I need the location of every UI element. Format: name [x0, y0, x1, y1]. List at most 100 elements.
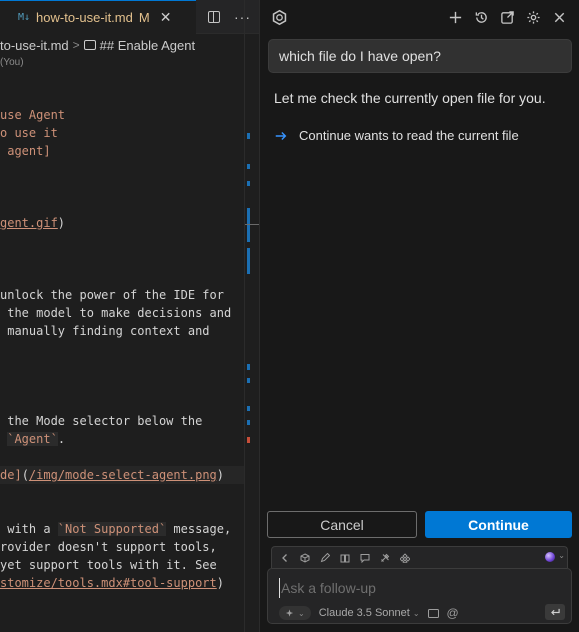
enter-icon	[550, 608, 560, 615]
cancel-button[interactable]: Cancel	[267, 511, 417, 538]
model-selector[interactable]: Claude 3.5 Sonnet ⌄	[319, 607, 420, 619]
code-line: agent]	[0, 142, 244, 160]
code-token: use Agent	[0, 108, 66, 122]
breadcrumb: to-use-it.md > ## Enable Agent	[0, 36, 195, 54]
chevron-down-icon: ⌄	[412, 608, 420, 618]
chevron-down-icon[interactable]: ⌄	[558, 551, 565, 560]
model-name: Claude 3.5 Sonnet	[318, 607, 410, 619]
code-line: stomize/tools.mdx#tool-support)	[0, 574, 244, 592]
followup-input-box: ⌄ Claude 3.5 Sonnet ⌄ @	[267, 568, 572, 624]
chevron-down-icon: ⌄	[298, 608, 305, 618]
tab-close-icon[interactable]: ✕	[160, 9, 172, 26]
code-token: with a	[0, 522, 58, 536]
code-token: `Agent`	[7, 432, 58, 446]
blocks-icon[interactable]	[400, 552, 410, 563]
code-token: )	[216, 576, 224, 590]
book-icon[interactable]	[340, 553, 350, 563]
symbol-string-icon	[83, 40, 96, 50]
editor-pane: M↓ how-to-use-it.md M ✕ ··· to-use-it.md…	[0, 0, 259, 632]
code-token: /img/mode-select-agent.png	[28, 468, 217, 482]
tool-call-notice: Continue wants to read the current file	[274, 128, 519, 143]
code-token: o use it	[0, 126, 58, 140]
code-line: the model to make decisions and	[0, 304, 244, 322]
breadcrumb-file[interactable]: to-use-it.md	[0, 38, 69, 53]
change-marker	[247, 164, 250, 169]
code-token: )	[216, 468, 224, 482]
code-token: )	[57, 216, 66, 230]
open-external-icon[interactable]	[500, 10, 515, 25]
gear-icon[interactable]	[526, 10, 541, 25]
error-marker	[247, 437, 250, 443]
code-token: stomize/tools.mdx#tool-support	[0, 576, 217, 590]
code-line: o use it	[0, 124, 244, 142]
code-line: manually finding context and	[0, 322, 244, 340]
pencil-icon[interactable]	[320, 552, 330, 563]
code-token: yet support tools with it. See	[0, 558, 217, 572]
code-line: the Mode selector below the	[0, 412, 244, 430]
editor-tab-how-to-use-it[interactable]: M↓ how-to-use-it.md M ✕	[0, 0, 196, 34]
code-token: (	[21, 468, 29, 482]
code-token: the Mode selector below the	[0, 414, 203, 428]
followup-input[interactable]	[279, 578, 559, 598]
change-marker	[247, 378, 250, 383]
at-mention-icon[interactable]: @	[447, 606, 459, 620]
code-line: gent.gif)	[0, 214, 244, 232]
cube-icon[interactable]	[300, 552, 310, 563]
code-line: de](/img/mode-select-agent.png)	[0, 466, 244, 484]
assistant-avatar-icon[interactable]	[545, 552, 555, 562]
tools-icon[interactable]	[380, 553, 390, 563]
split-editor-icon[interactable]	[208, 11, 220, 23]
mode-selector[interactable]: ⌄	[279, 606, 311, 620]
code-line: rovider doesn't support tools,	[0, 538, 244, 556]
change-marker	[247, 406, 250, 411]
chevron-left-icon[interactable]	[280, 553, 290, 563]
change-marker	[247, 248, 250, 274]
submit-button[interactable]	[545, 604, 565, 620]
plus-icon[interactable]	[448, 10, 463, 25]
code-token: message,	[166, 522, 232, 536]
tool-call-text: Continue wants to read the current file	[299, 128, 519, 143]
code-token: manually finding context and	[0, 324, 210, 338]
change-marker	[247, 208, 250, 242]
code-editor[interactable]: use Agent o use it agent] gent.gif) unlock …	[0, 106, 244, 592]
arrow-right-icon	[275, 131, 287, 140]
chat-bubble-icon[interactable]	[360, 553, 370, 563]
code-line: use Agent	[0, 106, 244, 124]
breadcrumb-section[interactable]: ## Enable Agent	[100, 38, 195, 53]
code-token: gent.gif	[0, 216, 58, 230]
code-token: agent]	[0, 144, 51, 158]
user-message[interactable]: which file do I have open?	[268, 39, 572, 73]
code-token: `Not Supported`	[57, 522, 167, 536]
code-line: with a `Not Supported` message,	[0, 520, 244, 538]
image-attach-icon[interactable]	[427, 608, 439, 618]
scroll-position-marker	[245, 224, 259, 225]
history-icon[interactable]	[474, 10, 489, 25]
code-token: de]	[0, 468, 22, 482]
context-toolbar: ⌄	[271, 546, 568, 568]
code-line: `Agent`.	[0, 430, 244, 448]
close-icon[interactable]	[552, 10, 567, 25]
agent-sparkle-icon	[285, 608, 294, 617]
assistant-message: Let me check the currently open file for…	[274, 90, 546, 106]
code-line: unlock the power of the IDE for	[0, 286, 244, 304]
continue-button[interactable]: Continue	[425, 511, 572, 538]
overview-ruler[interactable]	[244, 0, 259, 632]
code-line: yet support tools with it. See	[0, 556, 244, 574]
continue-logo-icon	[272, 9, 287, 26]
markdown-file-icon: M↓	[18, 12, 31, 23]
change-marker	[247, 133, 250, 139]
continue-chat-panel: which file do I have open? Let me check …	[260, 0, 579, 632]
change-marker	[247, 181, 250, 186]
modified-badge: M	[138, 10, 150, 25]
breadcrumb-separator: >	[72, 38, 80, 52]
